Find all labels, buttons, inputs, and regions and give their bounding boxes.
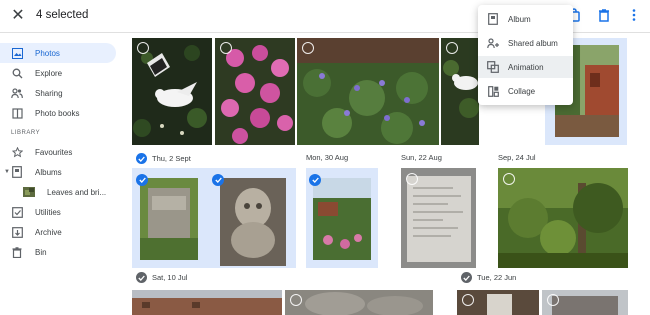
- date-header[interactable]: Sat, 10 Jul: [136, 272, 187, 283]
- photo-thumbnail[interactable]: [132, 290, 282, 315]
- date-label: Sep, 24 Jul: [498, 153, 536, 162]
- more-vert-icon[interactable]: [626, 6, 642, 24]
- animation-icon: [487, 61, 499, 73]
- library-heading: LIBRARY: [11, 130, 41, 136]
- date-header[interactable]: Tue, 22 Jun: [461, 272, 516, 283]
- select-checkbox[interactable]: [137, 42, 149, 54]
- select-checkbox[interactable]: [406, 173, 418, 185]
- sidebar-item-favourites[interactable]: Favourites: [0, 142, 116, 162]
- menu-item-album[interactable]: Album: [478, 8, 573, 30]
- menu-item-animation[interactable]: Animation: [478, 56, 573, 78]
- photo-thumbnail[interactable]: [297, 38, 439, 145]
- date-header: Mon, 30 Aug: [306, 153, 348, 162]
- photo-thumbnail[interactable]: [285, 290, 433, 315]
- utilities-icon: [11, 206, 23, 218]
- select-checkbox[interactable]: [503, 173, 515, 185]
- photo-thumbnail[interactable]: [132, 38, 212, 145]
- sidebar-item-photos[interactable]: Photos: [0, 43, 116, 63]
- sidebar-item-albums[interactable]: Albums: [0, 162, 116, 182]
- menu-item-label: Album: [508, 14, 531, 24]
- select-checkbox[interactable]: [462, 294, 474, 306]
- photo-thumbnail[interactable]: [313, 178, 371, 260]
- album-icon: [487, 13, 499, 25]
- date-select-check-icon[interactable]: [461, 272, 472, 283]
- shared-album-icon: [487, 37, 499, 49]
- photo-thumbnail[interactable]: [215, 38, 295, 145]
- sidebar-item-label: Archive: [35, 227, 62, 237]
- archive-icon: [11, 226, 23, 238]
- date-header[interactable]: Thu, 2 Sept: [136, 153, 191, 164]
- date-header: Sun, 22 Aug: [401, 153, 442, 162]
- sidebar-item-sharing[interactable]: Sharing: [0, 83, 116, 103]
- photo-thumbnail[interactable]: [220, 178, 286, 266]
- menu-item-collage[interactable]: Collage: [478, 80, 573, 102]
- people-icon: [11, 87, 23, 99]
- selected-count: 4 selected: [36, 9, 89, 21]
- date-label: Mon, 30 Aug: [306, 153, 349, 162]
- select-checkbox[interactable]: [547, 294, 559, 306]
- album-icon: [11, 166, 23, 178]
- sidebar-item-label: Photos: [35, 48, 60, 58]
- delete-icon[interactable]: [596, 6, 612, 24]
- sidebar-item-label: Leaves and bri...: [47, 187, 107, 197]
- date-label: Tue, 22 Jun: [477, 273, 517, 282]
- sidebar-item-label: Utilities: [35, 207, 61, 217]
- search-icon: [11, 67, 23, 79]
- menu-item-label: Animation: [508, 62, 544, 72]
- date-label: Sat, 10 Jul: [152, 273, 188, 282]
- sidebar-item-label: Favourites: [35, 147, 73, 157]
- select-checkbox[interactable]: [302, 42, 314, 54]
- sidebar-item-label: Photo books: [35, 108, 80, 118]
- sidebar-item-label: Albums: [35, 167, 62, 177]
- date-select-check-icon[interactable]: [136, 153, 147, 164]
- date-header: Sep, 24 Jul: [498, 153, 536, 162]
- sidebar: Photos Explore Sharing Photo books LIBRA…: [0, 33, 120, 315]
- trash-icon: [11, 246, 23, 258]
- select-checkbox[interactable]: [220, 42, 232, 54]
- select-checkbox[interactable]: [290, 294, 302, 306]
- collage-icon: [487, 85, 499, 97]
- menu-item-label: Shared album: [508, 38, 558, 48]
- sidebar-item-archive[interactable]: Archive: [0, 222, 116, 242]
- book-icon: [11, 107, 23, 119]
- star-icon: [11, 146, 23, 158]
- menu-item-label: Collage: [508, 86, 536, 96]
- photo-thumbnail[interactable]: [140, 178, 198, 260]
- select-checkbox-checked[interactable]: [309, 174, 321, 186]
- close-icon[interactable]: ✕: [9, 7, 27, 25]
- photo-thumbnail[interactable]: [441, 38, 479, 145]
- date-label: Thu, 2 Sept: [152, 154, 191, 163]
- create-menu: Album Shared album Animation Collage: [478, 5, 573, 105]
- sidebar-item-label: Bin: [35, 247, 47, 257]
- sidebar-item-utilities[interactable]: Utilities: [0, 202, 116, 222]
- photo-thumbnail[interactable]: [498, 168, 628, 268]
- menu-item-shared-album[interactable]: Shared album: [478, 32, 573, 54]
- date-select-check-icon[interactable]: [136, 272, 147, 283]
- sidebar-item-bin[interactable]: Bin: [0, 242, 116, 262]
- photo-icon: [11, 47, 23, 59]
- select-checkbox-checked[interactable]: [212, 174, 224, 186]
- select-checkbox[interactable]: [446, 42, 458, 54]
- album-thumbnail: [23, 186, 35, 198]
- date-label: Sun, 22 Aug: [401, 153, 442, 162]
- sidebar-item-photo-books[interactable]: Photo books: [0, 103, 116, 123]
- sidebar-item-label: Sharing: [35, 88, 63, 98]
- sidebar-item-label: Explore: [35, 68, 63, 78]
- sidebar-item-explore[interactable]: Explore: [0, 63, 116, 83]
- sidebar-item-leaves-album[interactable]: Leaves and bri...: [0, 182, 116, 202]
- select-checkbox-checked[interactable]: [136, 174, 148, 186]
